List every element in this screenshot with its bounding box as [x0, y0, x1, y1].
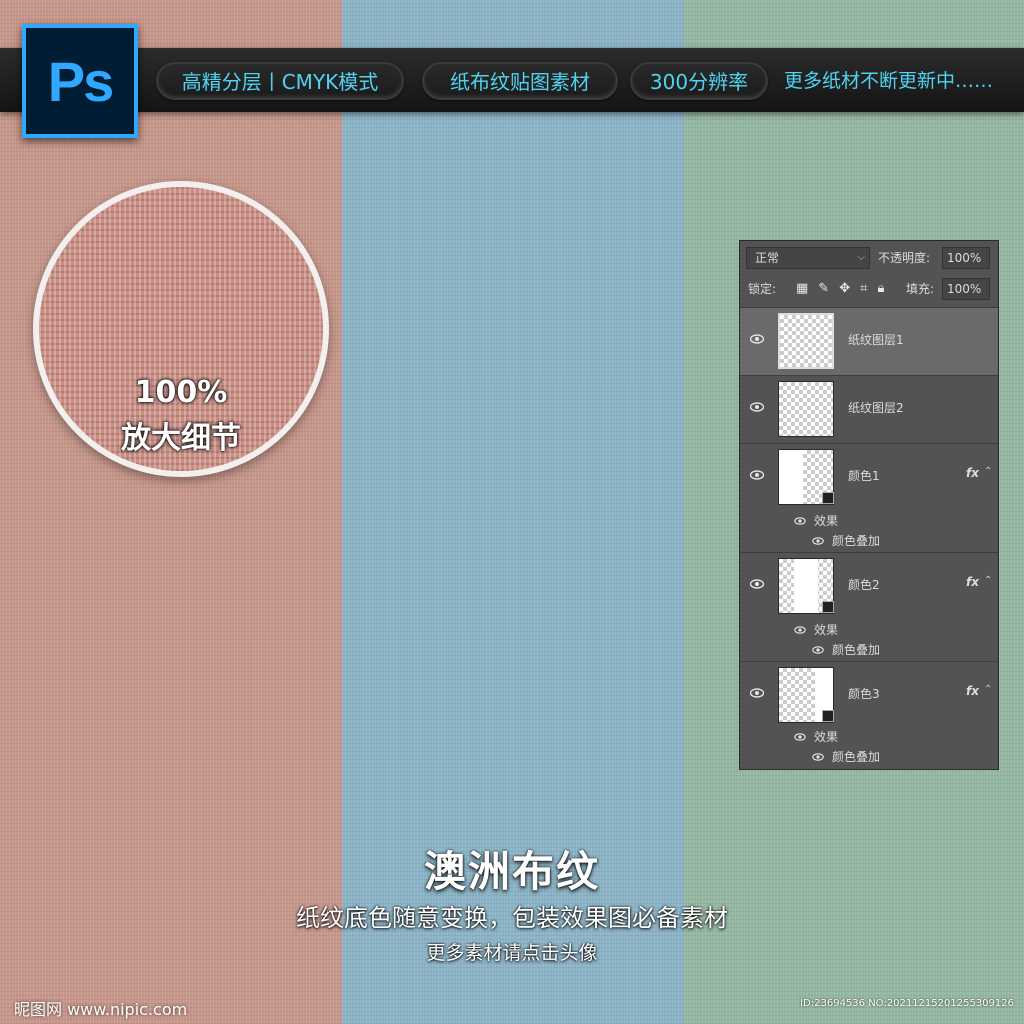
more-updates-text: 更多纸材不断更新中…… [784, 70, 994, 92]
layer-thumbnail [778, 381, 834, 437]
vector-mask-icon [822, 710, 834, 722]
feature-pill-layers: 高精分层丨CMYK模式 [156, 62, 404, 100]
layer-row-color-3[interactable]: 颜色3 fx ⌃ 效果 颜色叠加 [740, 662, 998, 769]
eye-icon[interactable] [794, 517, 806, 525]
layer-row-paper-1[interactable]: 纸纹图层1 [740, 308, 998, 376]
opacity-field[interactable]: 100% [942, 247, 990, 269]
lock-label: 锁定: [748, 282, 777, 296]
zoom-percent: 100% [134, 375, 228, 410]
vector-mask-icon [822, 492, 834, 504]
effects-label: 效果 [814, 514, 839, 528]
eye-icon[interactable] [750, 470, 764, 480]
lock-all-icon[interactable]: 🔒︎ [877, 281, 884, 296]
layer-name: 纸纹图层1 [848, 333, 904, 347]
effects-row[interactable]: 效果 [740, 510, 998, 532]
site-watermark: 昵图网 www.nipic.com [14, 1000, 188, 1019]
fx-icon[interactable]: fx [966, 684, 979, 698]
avatar-hint: 更多素材请点击头像 [426, 942, 598, 964]
collapse-caret-icon[interactable]: ⌃ [984, 575, 992, 586]
product-subtitle: 纸纹底色随意变换，包装效果图必备素材 [296, 904, 728, 932]
eye-icon[interactable] [750, 688, 764, 698]
collapse-caret-icon[interactable]: ⌃ [984, 684, 992, 695]
opacity-label: 不透明度: [878, 251, 931, 265]
effect-row-color-overlay[interactable]: 颜色叠加 [740, 746, 998, 768]
effect-row-color-overlay[interactable]: 颜色叠加 [740, 639, 998, 661]
fill-field[interactable]: 100% [942, 278, 990, 300]
lock-image-pixels-icon[interactable]: ✎ [818, 281, 829, 296]
lock-artboard-icon[interactable]: ⌗ [860, 281, 867, 296]
eye-icon[interactable] [812, 646, 824, 654]
layer-thumbnail [778, 313, 834, 369]
effects-row[interactable]: 效果 [740, 726, 998, 748]
blend-mode-select[interactable]: 正常 ⌵ [746, 247, 870, 269]
layer-name: 纸纹图层2 [848, 401, 904, 415]
vector-mask-icon [822, 601, 834, 613]
eye-icon[interactable] [812, 537, 824, 545]
effects-label: 效果 [814, 623, 839, 637]
eye-icon[interactable] [750, 402, 764, 412]
zoom-caption: 放大细节 [121, 421, 241, 456]
eye-icon[interactable] [794, 626, 806, 634]
eye-icon[interactable] [750, 579, 764, 589]
zoom-detail-circle: 100% 放大细节 [33, 181, 329, 477]
collapse-caret-icon[interactable]: ⌃ [984, 466, 992, 477]
layer-name: 颜色1 [848, 469, 880, 483]
feature-pill-texture: 纸布纹贴图素材 [422, 62, 618, 100]
eye-icon[interactable] [750, 334, 764, 344]
fx-icon[interactable]: fx [966, 466, 979, 480]
photoshop-logo-icon: Ps [22, 24, 138, 138]
eye-icon[interactable] [794, 733, 806, 741]
layer-row-paper-2[interactable]: 纸纹图层2 [740, 376, 998, 444]
layer-name: 颜色3 [848, 687, 880, 701]
image-id-watermark: ID:23694536 NO:20211215201255309126 [800, 998, 1014, 1009]
layer-name: 颜色2 [848, 578, 880, 592]
effects-label: 效果 [814, 730, 839, 744]
layers-panel: 正常 ⌵ 不透明度: 100% 锁定: ▦ ✎ ✥ ⌗ 🔒︎ 填充: 100% 纸… [739, 240, 999, 770]
eye-icon[interactable] [812, 753, 824, 761]
lock-transparent-pixels-icon[interactable]: ▦ [796, 281, 808, 296]
effect-name: 颜色叠加 [832, 750, 881, 764]
effects-row[interactable]: 效果 [740, 619, 998, 641]
layer-row-color-1[interactable]: 颜色1 fx ⌃ 效果 颜色叠加 [740, 444, 998, 553]
fx-icon[interactable]: fx [966, 575, 979, 589]
layer-row-color-2[interactable]: 颜色2 fx ⌃ 效果 颜色叠加 [740, 553, 998, 662]
effect-name: 颜色叠加 [832, 643, 881, 657]
product-title: 澳洲布纹 [423, 847, 600, 896]
feature-pill-resolution: 300分辨率 [630, 62, 768, 100]
lock-position-icon[interactable]: ✥ [839, 281, 850, 296]
effect-name: 颜色叠加 [832, 534, 881, 548]
fill-label: 填充: [906, 282, 935, 296]
effect-row-color-overlay[interactable]: 颜色叠加 [740, 530, 998, 552]
chevron-down-icon: ⌵ [857, 252, 865, 263]
